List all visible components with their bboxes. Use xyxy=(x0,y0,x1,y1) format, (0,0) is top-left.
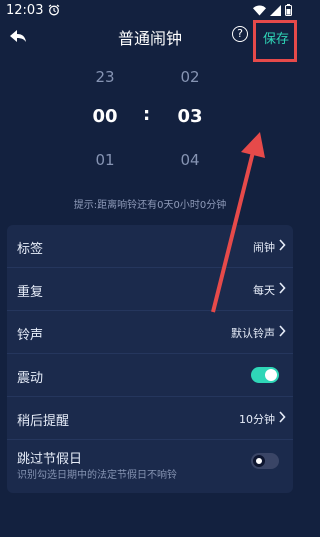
setting-skip-holiday-subtitle: 识别勾选日期中的法定节假日不响铃 xyxy=(17,470,177,481)
setting-snooze-title: 稍后提醒 xyxy=(17,414,70,429)
minute-selected[interactable]: 03 xyxy=(170,106,210,127)
battery-icon xyxy=(285,4,292,16)
setting-snooze-value: 10分钟 xyxy=(239,413,275,426)
signal-icon xyxy=(270,4,281,16)
setting-vibrate-row: 震动 xyxy=(7,354,293,397)
toggle-knob xyxy=(265,369,277,381)
hour-selected[interactable]: 00 xyxy=(85,106,125,127)
minute-next[interactable]: 04 xyxy=(170,151,210,169)
settings-card: 标签 闹钟 重复 每天 铃声 默认铃声 震动 稍后提醒 10分钟 跳过节假日 识… xyxy=(7,225,293,493)
status-bar: 12:03 xyxy=(0,0,300,20)
setting-repeat-row[interactable]: 重复 每天 xyxy=(7,268,293,311)
setting-vibrate-title: 震动 xyxy=(17,371,44,386)
time-separator: : xyxy=(143,104,151,125)
chevron-right-icon xyxy=(279,411,286,423)
setting-label-title: 标签 xyxy=(17,242,44,257)
setting-ringtone-title: 铃声 xyxy=(17,328,44,343)
setting-label-row[interactable]: 标签 闹钟 xyxy=(7,225,293,268)
skip-holiday-toggle[interactable] xyxy=(251,453,279,469)
vibrate-toggle[interactable] xyxy=(251,367,279,383)
setting-repeat-value: 每天 xyxy=(253,284,275,297)
setting-ringtone-value: 默认铃声 xyxy=(231,327,275,340)
setting-repeat-title: 重复 xyxy=(17,285,44,300)
minute-picker[interactable]: 02 03 04 xyxy=(170,0,210,180)
status-time: 12:03 xyxy=(6,2,44,18)
setting-label-value: 闹钟 xyxy=(253,241,275,254)
wifi-icon xyxy=(253,5,266,15)
alarm-clock-icon xyxy=(49,4,60,16)
hour-prev[interactable]: 23 xyxy=(85,68,125,86)
toggle-knob xyxy=(253,455,265,467)
setting-skip-holiday-title: 跳过节假日 xyxy=(17,452,83,467)
hour-next[interactable]: 01 xyxy=(85,151,125,169)
chevron-right-icon xyxy=(279,282,286,294)
help-icon[interactable]: ? xyxy=(232,26,248,42)
setting-ringtone-row[interactable]: 铃声 默认铃声 xyxy=(7,311,293,354)
save-highlight-box xyxy=(253,20,297,62)
setting-snooze-row[interactable]: 稍后提醒 10分钟 xyxy=(7,397,293,440)
chevron-right-icon xyxy=(279,239,286,251)
minute-prev[interactable]: 02 xyxy=(170,68,210,86)
chevron-right-icon xyxy=(279,325,286,337)
setting-skip-holiday-row: 跳过节假日 识别勾选日期中的法定节假日不响铃 xyxy=(7,440,293,494)
countdown-hint: 提示:距离响铃还有0天0小时0分钟 xyxy=(73,200,227,211)
hour-picker[interactable]: 23 00 01 xyxy=(85,0,125,180)
